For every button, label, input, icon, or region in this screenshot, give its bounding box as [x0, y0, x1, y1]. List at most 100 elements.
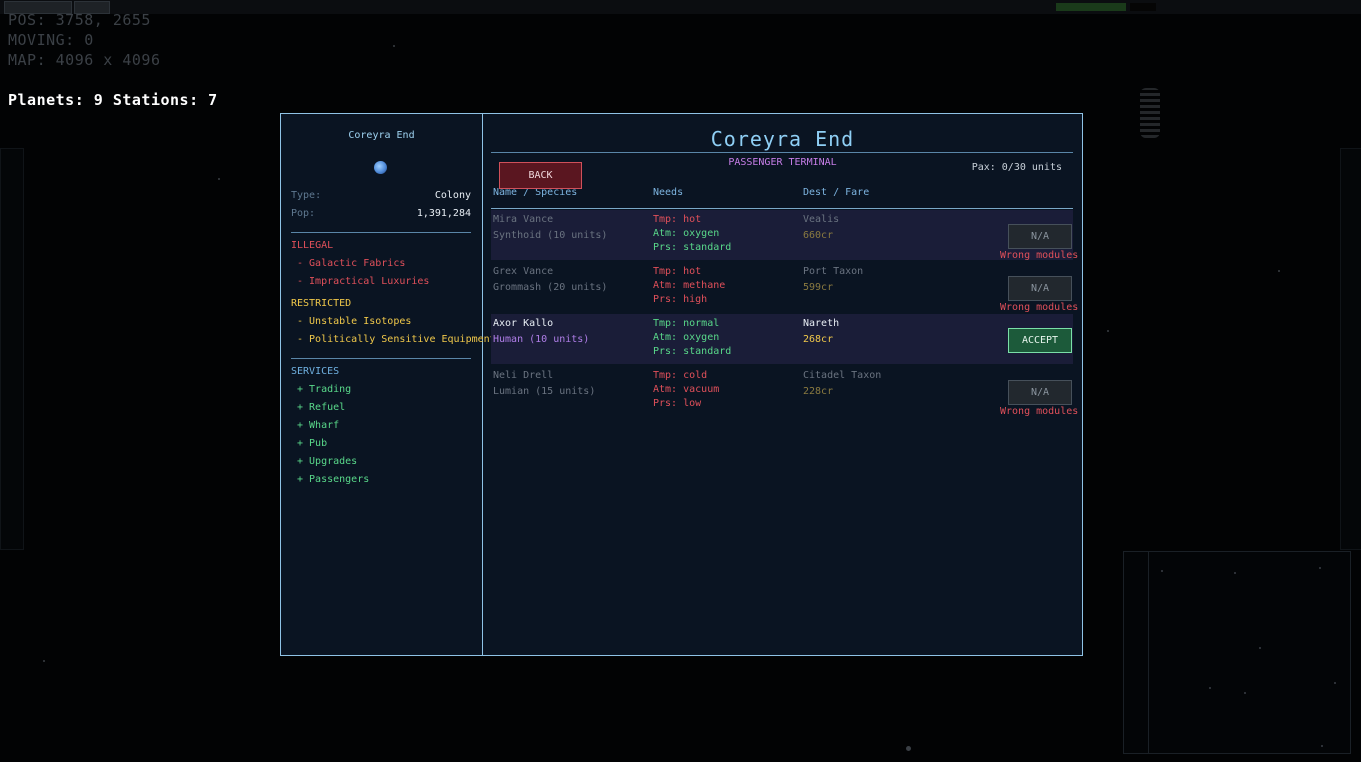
need-atmosphere: Atm: methane — [653, 280, 725, 291]
pop-row: Pop: 1,391,284 — [291, 208, 471, 219]
passenger-species: Synthoid (10 units) — [493, 230, 608, 241]
illegal-item: - Impractical Luxuries — [297, 276, 430, 287]
need-pressure: Prs: high — [653, 294, 707, 305]
hud-moving: MOVING: 0 — [8, 31, 94, 49]
title-divider — [491, 152, 1073, 153]
tmp-value: hot — [683, 214, 702, 225]
passenger-species: Lumian (15 units) — [493, 386, 596, 397]
service-wharf[interactable]: + Wharf — [297, 420, 339, 431]
restricted-item: - Unstable Isotopes — [297, 316, 412, 327]
star — [1107, 330, 1109, 332]
tmp-label: Tmp: — [653, 318, 678, 329]
atm-label: Atm: — [653, 384, 678, 395]
prs-value: high — [683, 294, 708, 305]
prs-value: low — [683, 398, 702, 409]
top-bar — [0, 0, 1361, 14]
minimap-star — [1334, 682, 1336, 684]
tmp-label: Tmp: — [653, 370, 678, 381]
illegal-item: - Galactic Fabrics — [297, 258, 406, 269]
left-side-panel — [0, 148, 24, 550]
minimap-star — [1234, 572, 1236, 574]
star — [906, 746, 911, 751]
prs-label: Prs: — [653, 346, 678, 357]
pax-capacity: Pax: 0/30 units — [971, 162, 1062, 173]
na-button[interactable]: N/A — [1008, 380, 1072, 405]
passenger-fare: 599cr — [803, 282, 834, 293]
atm-value: methane — [683, 280, 726, 291]
passenger-name: Neli Drell — [493, 370, 554, 381]
passenger-fare: 268cr — [803, 334, 834, 345]
prs-value: standard — [683, 242, 732, 253]
service-refuel[interactable]: + Refuel — [297, 402, 345, 413]
header-divider — [491, 208, 1073, 209]
tmp-value: cold — [683, 370, 708, 381]
prs-label: Prs: — [653, 242, 678, 253]
passenger-species: Human (10 units) — [493, 334, 590, 345]
passenger-destination: Nareth — [803, 318, 840, 329]
passenger-terminal: Coreyra End PASSENGER TERMINAL Pax: 0/30… — [483, 114, 1082, 655]
minimap-star — [1244, 692, 1246, 694]
star — [43, 660, 45, 662]
hud-map-size: MAP: 4096 x 4096 — [8, 51, 161, 69]
type-value: Colony — [434, 190, 471, 201]
atm-value: vacuum — [683, 384, 720, 395]
prs-value: standard — [683, 346, 732, 357]
wrong-modules-note: Wrong modules — [1000, 406, 1079, 417]
accept-button[interactable]: ACCEPT — [1008, 328, 1072, 353]
back-button[interactable]: BACK — [499, 162, 582, 189]
status-bar-green — [1056, 3, 1126, 11]
station-info-panel: Coreyra End Type: Colony Pop: 1,391,284 … — [281, 114, 496, 655]
passenger-destination: Vealis — [803, 214, 840, 225]
atm-label: Atm: — [653, 332, 678, 343]
type-label: Type: — [291, 190, 322, 201]
need-temperature: Tmp: hot — [653, 214, 701, 225]
need-pressure: Prs: standard — [653, 242, 731, 253]
hud-position: POS: 3758, 2655 — [8, 11, 151, 29]
atm-value: oxygen — [683, 228, 720, 239]
need-pressure: Prs: standard — [653, 346, 731, 357]
prs-label: Prs: — [653, 398, 678, 409]
need-temperature: Tmp: normal — [653, 318, 719, 329]
illegal-header: ILLEGAL — [291, 240, 334, 251]
passenger-row: Mira Vance Synthoid (10 units) Tmp: hot … — [491, 210, 1078, 261]
need-temperature: Tmp: hot — [653, 266, 701, 277]
atm-label: Atm: — [653, 228, 678, 239]
wrong-modules-note: Wrong modules — [1000, 302, 1079, 313]
service-pub[interactable]: + Pub — [297, 438, 327, 449]
minimap-star — [1319, 567, 1321, 569]
minimap[interactable] — [1123, 551, 1351, 754]
passenger-fare: 660cr — [803, 230, 834, 241]
right-side-panel — [1340, 148, 1361, 550]
service-upgrades[interactable]: + Upgrades — [297, 456, 357, 467]
na-button[interactable]: N/A — [1008, 224, 1072, 249]
star — [1278, 270, 1280, 272]
passenger-name: Mira Vance — [493, 214, 554, 225]
need-pressure: Prs: low — [653, 398, 701, 409]
minimap-star — [1161, 570, 1163, 572]
atm-value: oxygen — [683, 332, 720, 343]
passenger-row: Grex Vance Grommash (20 units) Tmp: hot … — [491, 262, 1078, 313]
na-button[interactable]: N/A — [1008, 276, 1072, 301]
passenger-destination: Citadel Taxon — [803, 370, 882, 381]
status-bar-dark — [1130, 3, 1156, 11]
divider — [291, 358, 471, 359]
service-trading[interactable]: + Trading — [297, 384, 351, 395]
passenger-fare: 228cr — [803, 386, 834, 397]
divider — [291, 232, 471, 233]
passenger-destination: Port Taxon — [803, 266, 864, 277]
need-atmosphere: Atm: vacuum — [653, 384, 719, 395]
minimap-view[interactable] — [1148, 552, 1350, 753]
need-atmosphere: Atm: oxygen — [653, 332, 719, 343]
terminal-title: Coreyra End — [710, 127, 855, 151]
star — [393, 45, 395, 47]
passenger-name: Axor Kallo — [493, 318, 554, 329]
passenger-row: Axor Kallo Human (10 units) Tmp: normal … — [491, 314, 1073, 364]
service-passengers[interactable]: + Passengers — [297, 474, 369, 485]
atm-label: Atm: — [653, 280, 678, 291]
wrong-modules-note: Wrong modules — [1000, 250, 1079, 261]
station-modal: Coreyra End Type: Colony Pop: 1,391,284 … — [280, 113, 1083, 656]
tmp-label: Tmp: — [653, 214, 678, 225]
tmp-value: hot — [683, 266, 702, 277]
star — [218, 178, 220, 180]
passenger-row: Neli Drell Lumian (15 units) Tmp: cold A… — [491, 366, 1078, 417]
